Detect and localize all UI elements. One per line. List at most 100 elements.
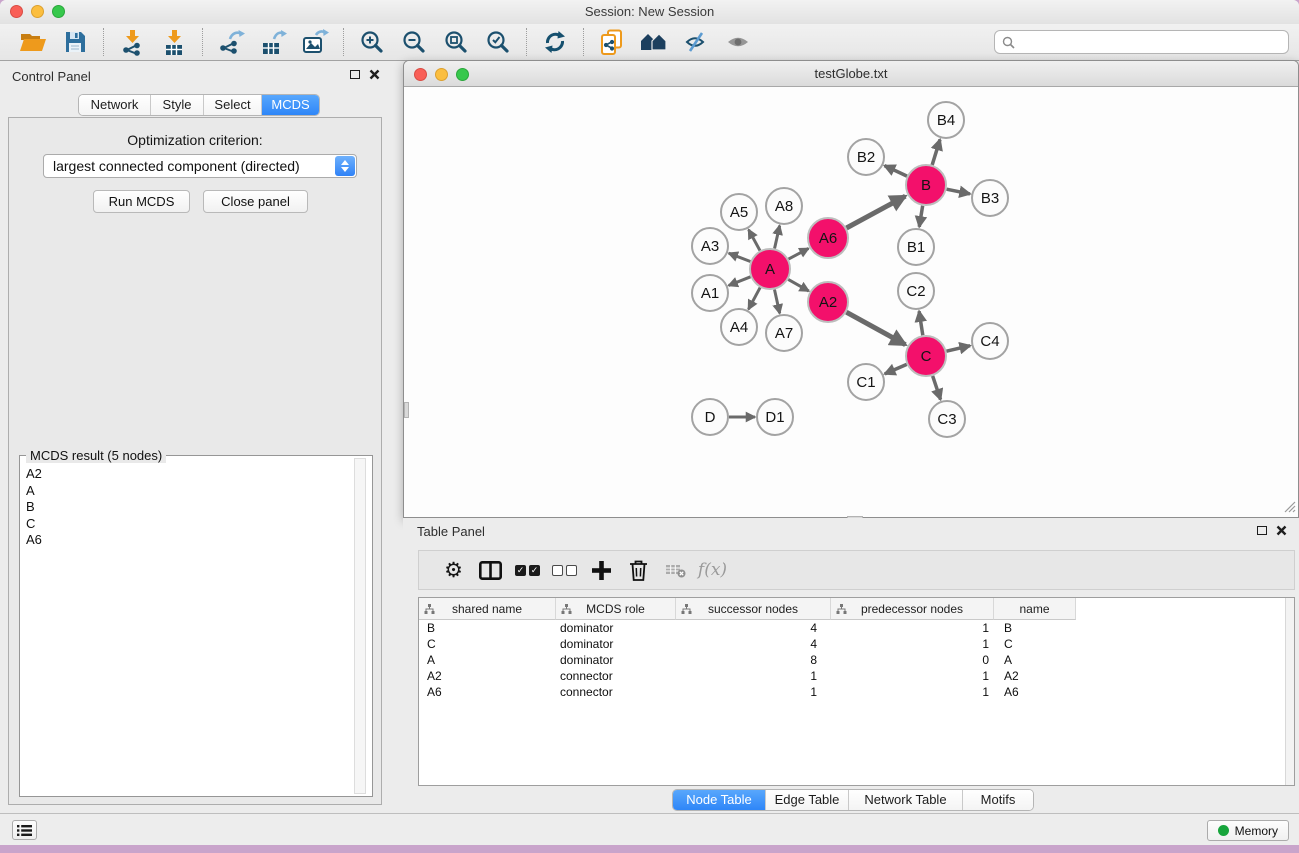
tab-edge-table[interactable]: Edge Table bbox=[766, 790, 849, 810]
function-builder-icon[interactable]: f(x) bbox=[694, 555, 731, 585]
table-cell[interactable]: 0 bbox=[831, 652, 994, 668]
minimize-view-button[interactable] bbox=[435, 68, 448, 81]
table-cell[interactable]: 1 bbox=[831, 668, 994, 684]
table-cell[interactable]: B bbox=[994, 620, 1076, 636]
table-cell[interactable]: 4 bbox=[676, 620, 831, 636]
result-scrollbar[interactable] bbox=[354, 458, 366, 794]
table-cell[interactable]: connector bbox=[556, 684, 676, 700]
table-row[interactable]: Bdominator41B bbox=[419, 620, 1294, 636]
table-cell[interactable]: dominator bbox=[556, 620, 676, 636]
show-graphics-details-icon[interactable] bbox=[717, 26, 759, 58]
result-item[interactable]: A2 bbox=[26, 466, 372, 483]
table-cell[interactable]: dominator bbox=[556, 652, 676, 668]
zoom-selected-icon[interactable] bbox=[477, 26, 519, 58]
tab-style[interactable]: Style bbox=[151, 95, 204, 115]
import-table-icon[interactable] bbox=[153, 26, 195, 58]
close-panel-button[interactable]: Close panel bbox=[203, 190, 308, 213]
table-cell[interactable]: 1 bbox=[676, 684, 831, 700]
column-header-predecessor-nodes[interactable]: predecessor nodes bbox=[831, 598, 994, 620]
column-header-name[interactable]: name bbox=[994, 598, 1076, 620]
graph-edge-C-C2[interactable] bbox=[919, 311, 923, 335]
table-row[interactable]: A2connector11A2 bbox=[419, 668, 1294, 684]
duplicate-network-icon[interactable] bbox=[591, 26, 633, 58]
table-cell[interactable]: A6 bbox=[419, 684, 556, 700]
table-cell[interactable]: 1 bbox=[831, 636, 994, 652]
graph-edge-A-A1[interactable] bbox=[729, 277, 751, 286]
table-cell[interactable]: A6 bbox=[994, 684, 1076, 700]
table-cell[interactable]: 1 bbox=[831, 620, 994, 636]
table-row[interactable]: Adominator80A bbox=[419, 652, 1294, 668]
table-cell[interactable]: dominator bbox=[556, 636, 676, 652]
tab-motifs[interactable]: Motifs bbox=[963, 790, 1033, 810]
deselect-all-icon[interactable] bbox=[546, 555, 583, 585]
open-session-icon[interactable] bbox=[12, 26, 54, 58]
refresh-layout-icon[interactable] bbox=[534, 26, 576, 58]
import-network-icon[interactable] bbox=[111, 26, 153, 58]
save-session-icon[interactable] bbox=[54, 26, 96, 58]
dropdown-stepper-icon[interactable] bbox=[335, 156, 355, 176]
add-column-icon[interactable] bbox=[583, 555, 620, 585]
graph-edge-A2-C[interactable] bbox=[846, 312, 905, 345]
float-table-panel-icon[interactable] bbox=[1257, 526, 1267, 535]
tab-select[interactable]: Select bbox=[204, 95, 262, 115]
graph-edge-A-A2[interactable] bbox=[788, 279, 809, 291]
table-settings-icon[interactable]: ⚙ bbox=[435, 555, 472, 585]
zoom-fit-icon[interactable] bbox=[435, 26, 477, 58]
graph-edge-A-A5[interactable] bbox=[749, 230, 760, 251]
table-cell[interactable]: 8 bbox=[676, 652, 831, 668]
graph-edge-B-B3[interactable] bbox=[947, 189, 970, 194]
export-table-icon[interactable] bbox=[252, 26, 294, 58]
tab-network[interactable]: Network bbox=[79, 95, 151, 115]
close-table-panel-icon[interactable] bbox=[1276, 525, 1287, 536]
delete-table-icon[interactable] bbox=[657, 555, 694, 585]
table-cell[interactable]: C bbox=[419, 636, 556, 652]
table-cell[interactable]: C bbox=[994, 636, 1076, 652]
close-view-button[interactable] bbox=[414, 68, 427, 81]
table-cell[interactable]: 4 bbox=[676, 636, 831, 652]
zoom-view-button[interactable] bbox=[456, 68, 469, 81]
zoom-window-button[interactable] bbox=[52, 5, 65, 18]
select-all-icon[interactable]: ✓✓ bbox=[509, 555, 546, 585]
table-row[interactable]: Cdominator41C bbox=[419, 636, 1294, 652]
search-input[interactable] bbox=[1020, 35, 1281, 49]
hide-graphics-details-icon[interactable] bbox=[675, 26, 717, 58]
network-graph[interactable]: AA1A2A3A4A5A6A7A8BB1B2B3B4CC1C2C3C4DD1 bbox=[404, 88, 1296, 516]
graph-edge-A-A8[interactable] bbox=[775, 226, 780, 249]
task-history-button[interactable] bbox=[12, 820, 37, 840]
table-cell[interactable]: 1 bbox=[831, 684, 994, 700]
graph-edge-A-A3[interactable] bbox=[729, 253, 751, 261]
table-cell[interactable]: A bbox=[994, 652, 1076, 668]
column-header-shared-name[interactable]: shared name bbox=[419, 598, 556, 620]
close-window-button[interactable] bbox=[10, 5, 23, 18]
graph-edge-A-A4[interactable] bbox=[748, 288, 760, 310]
show-columns-icon[interactable] bbox=[472, 555, 509, 585]
table-cell[interactable]: 1 bbox=[676, 668, 831, 684]
graph-edge-A6-B[interactable] bbox=[846, 196, 905, 228]
graph-edge-B-B2[interactable] bbox=[885, 166, 907, 176]
network-canvas[interactable]: AA1A2A3A4A5A6A7A8BB1B2B3B4CC1C2C3C4DD1 bbox=[404, 88, 1298, 515]
graph-edge-C-C4[interactable] bbox=[946, 346, 970, 352]
table-cell[interactable]: A bbox=[419, 652, 556, 668]
graph-edge-A-A7[interactable] bbox=[774, 290, 779, 314]
table-cell[interactable]: B bbox=[419, 620, 556, 636]
result-item[interactable]: C bbox=[26, 516, 372, 533]
tab-mcds[interactable]: MCDS bbox=[262, 95, 319, 115]
graph-edge-C-C1[interactable] bbox=[885, 364, 907, 374]
graph-edge-C-C3[interactable] bbox=[933, 376, 941, 400]
delete-column-icon[interactable] bbox=[620, 555, 657, 585]
table-row[interactable]: A6connector11A6 bbox=[419, 684, 1294, 700]
table-cell[interactable]: A2 bbox=[419, 668, 556, 684]
zoom-out-icon[interactable] bbox=[393, 26, 435, 58]
optimization-criterion-dropdown[interactable]: largest connected component (directed) bbox=[43, 154, 357, 178]
graph-edge-B-B4[interactable] bbox=[932, 140, 940, 165]
table-cell[interactable]: connector bbox=[556, 668, 676, 684]
column-header-successor-nodes[interactable]: successor nodes bbox=[676, 598, 831, 620]
result-item[interactable]: A6 bbox=[26, 532, 372, 549]
table-cell[interactable]: A2 bbox=[994, 668, 1076, 684]
memory-button[interactable]: Memory bbox=[1207, 820, 1289, 841]
splitter-handle[interactable] bbox=[404, 402, 409, 418]
graph-edge-B-B1[interactable] bbox=[919, 206, 922, 227]
resize-grip-icon[interactable] bbox=[1283, 500, 1296, 513]
tab-node-table[interactable]: Node Table bbox=[673, 790, 766, 810]
export-image-icon[interactable] bbox=[294, 26, 336, 58]
